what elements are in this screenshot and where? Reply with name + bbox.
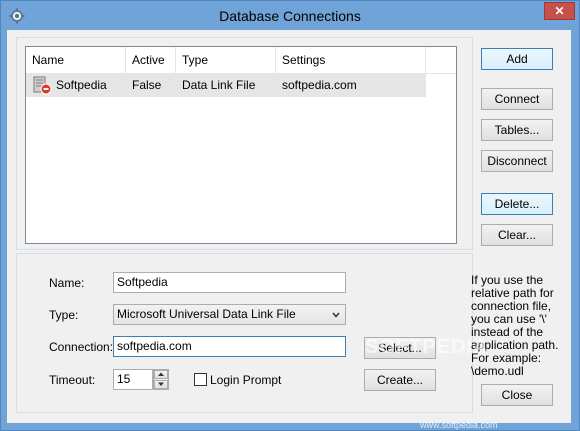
type-select-value: Microsoft Universal Data Link File: [117, 307, 296, 321]
column-header-settings[interactable]: Settings: [276, 47, 426, 73]
hint-line-8: \demo.udl: [471, 364, 524, 378]
row-name: Softpedia: [56, 78, 107, 92]
connect-button[interactable]: Connect: [481, 88, 553, 110]
list-header: Name Active Type Settings: [26, 47, 456, 74]
name-label: Name:: [49, 276, 85, 290]
clear-button[interactable]: Clear...: [481, 224, 553, 246]
name-input[interactable]: Softpedia: [113, 272, 346, 293]
row-type: Data Link File: [182, 78, 256, 92]
row-active: False: [132, 78, 162, 92]
connection-input[interactable]: softpedia.com: [113, 336, 346, 357]
title-bar: Database Connections ✕: [1, 1, 579, 31]
column-header-type[interactable]: Type: [176, 47, 276, 73]
tables-button[interactable]: Tables...: [481, 119, 553, 141]
timeout-input[interactable]: 15: [113, 369, 153, 390]
login-prompt-checkbox[interactable]: [194, 373, 207, 386]
connections-list[interactable]: Name Active Type Settings Softpedia Fals…: [25, 46, 457, 244]
add-button[interactable]: Add: [481, 48, 553, 70]
create-button[interactable]: Create...: [364, 369, 436, 391]
chevron-down-icon: [332, 312, 340, 318]
login-prompt-label[interactable]: Login Prompt: [210, 373, 281, 387]
spin-up-button[interactable]: [154, 370, 168, 379]
connection-label: Connection:: [49, 340, 114, 354]
close-button[interactable]: Close: [481, 384, 553, 406]
timeout-label: Timeout:: [49, 373, 96, 387]
spin-down-button[interactable]: [154, 380, 168, 389]
timeout-spinner[interactable]: [153, 369, 169, 390]
window-close-button[interactable]: ✕: [544, 2, 575, 20]
window-title: Database Connections: [219, 8, 361, 24]
watermark-logo: SOFTPEDIA: [365, 336, 489, 358]
arrow-up-icon: [158, 372, 164, 376]
database-disconnected-icon: [33, 76, 52, 95]
column-header-active[interactable]: Active: [126, 47, 176, 73]
list-row[interactable]: Softpedia False Data Link File softpedia…: [26, 73, 426, 97]
watermark-url: www.softpedia.com: [420, 420, 498, 430]
row-settings: softpedia.com: [282, 78, 357, 92]
arrow-down-icon: [158, 382, 164, 386]
delete-button[interactable]: Delete...: [481, 193, 553, 215]
disconnect-button[interactable]: Disconnect: [481, 150, 553, 172]
type-select[interactable]: Microsoft Universal Data Link File: [113, 304, 346, 325]
type-label: Type:: [49, 308, 79, 322]
column-header-name[interactable]: Name: [26, 47, 126, 73]
